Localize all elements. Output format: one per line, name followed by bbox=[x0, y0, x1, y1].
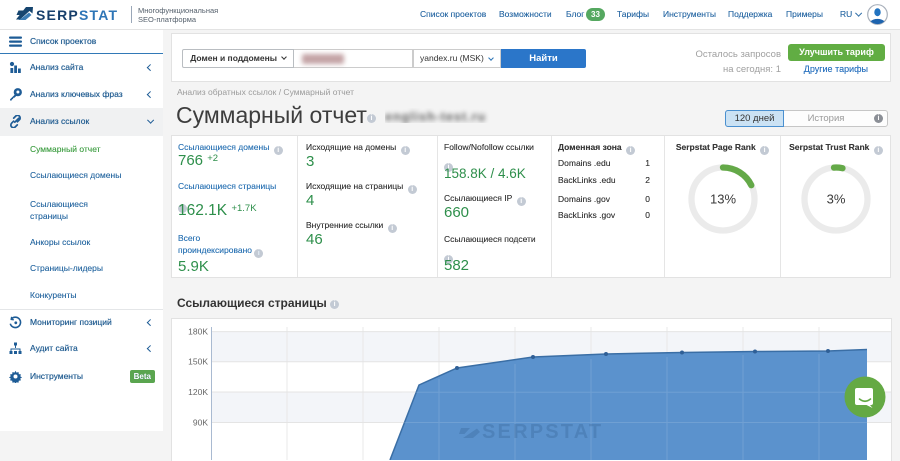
svg-text:150K: 150K bbox=[188, 357, 208, 367]
svg-text:90K: 90K bbox=[193, 418, 208, 428]
svg-text:120K: 120K bbox=[188, 387, 208, 397]
svg-text:3%: 3% bbox=[827, 192, 846, 207]
svg-text:SERPSTAT: SERPSTAT bbox=[482, 421, 603, 443]
svg-text:13%: 13% bbox=[710, 192, 736, 207]
svg-text:180K: 180K bbox=[188, 327, 208, 337]
